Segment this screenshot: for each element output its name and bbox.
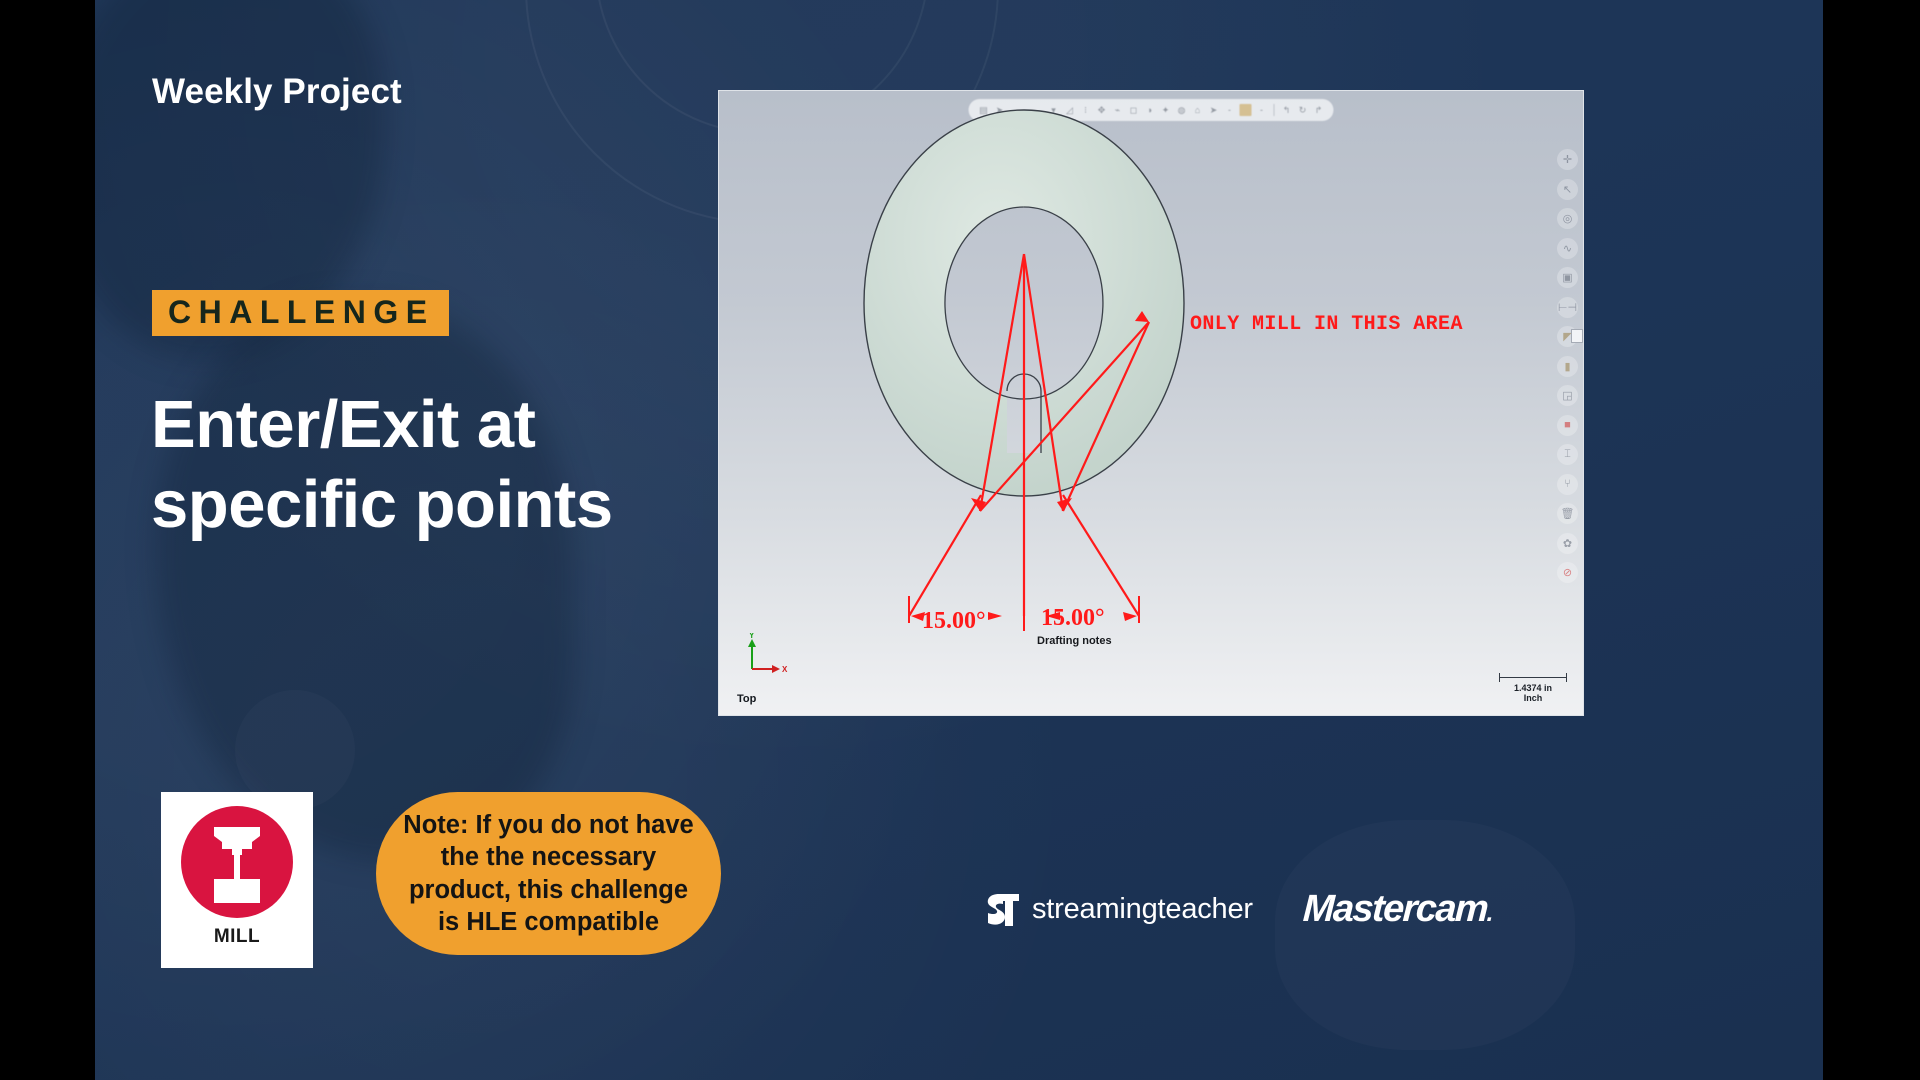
background-blob-2 [155, 300, 575, 860]
scale-indicator: 1.4374 in Inch [1499, 672, 1567, 703]
screenshot-root: Weekly Project CHALLENGE Enter/Exit at s… [0, 0, 1920, 1080]
annotation-only-mill-label: ONLY MILL IN THIS AREA [1190, 313, 1463, 336]
view-orientation-label: Top [737, 693, 757, 705]
scale-rule-icon [1499, 672, 1567, 682]
dimension-right-label: 15.00° [1041, 605, 1105, 631]
streamingteacher-wordmark: streamingteacher [1032, 893, 1253, 925]
axis-indicator: Y X [748, 633, 788, 674]
part-drawing: ONLY MILL IN THIS AREA 15.00° 15.00° Dra… [863, 109, 1463, 647]
dimension-left-label: 15.00° [922, 608, 986, 634]
challenge-badge: CHALLENGE [152, 290, 449, 336]
streamingteacher-mark-icon [985, 892, 1021, 928]
scale-value: 1.4374 in [1513, 682, 1553, 693]
mill-tool-icon [181, 806, 293, 918]
axis-y-label: Y [749, 633, 755, 640]
slide-kicker: Weekly Project [152, 72, 402, 111]
mill-tile-label: MILL [213, 926, 261, 947]
cad-viewport[interactable]: ▤ ➤ ▬▬ ▾ ◿ ⁝ ✥ ⌁ ◻ ◑ ✦ ◍ ⌂ ➤ - - ↰ ↻ ↱ [718, 90, 1584, 716]
note-badge: Note: If you do not have the the necessa… [376, 792, 721, 955]
streamingteacher-logo: streamingteacher [985, 892, 1253, 928]
background-circle-2 [1275, 820, 1575, 1050]
note-badge-text: Note: If you do not have the the necessa… [403, 811, 694, 936]
mastercam-logo: Mastercam. [1302, 888, 1493, 931]
brand-logos: streamingteacher Mastercam. [985, 888, 1493, 931]
mastercam-registered-mark: . [1486, 900, 1493, 927]
mill-product-tile: MILL [161, 792, 313, 968]
mastercam-wordmark: Mastercam [1301, 888, 1489, 930]
scale-unit: Inch [1523, 692, 1543, 703]
axis-x-label: X [782, 665, 788, 674]
presentation-slide: Weekly Project CHALLENGE Enter/Exit at s… [95, 0, 1823, 1080]
drafting-notes-label: Drafting notes [1037, 635, 1112, 647]
